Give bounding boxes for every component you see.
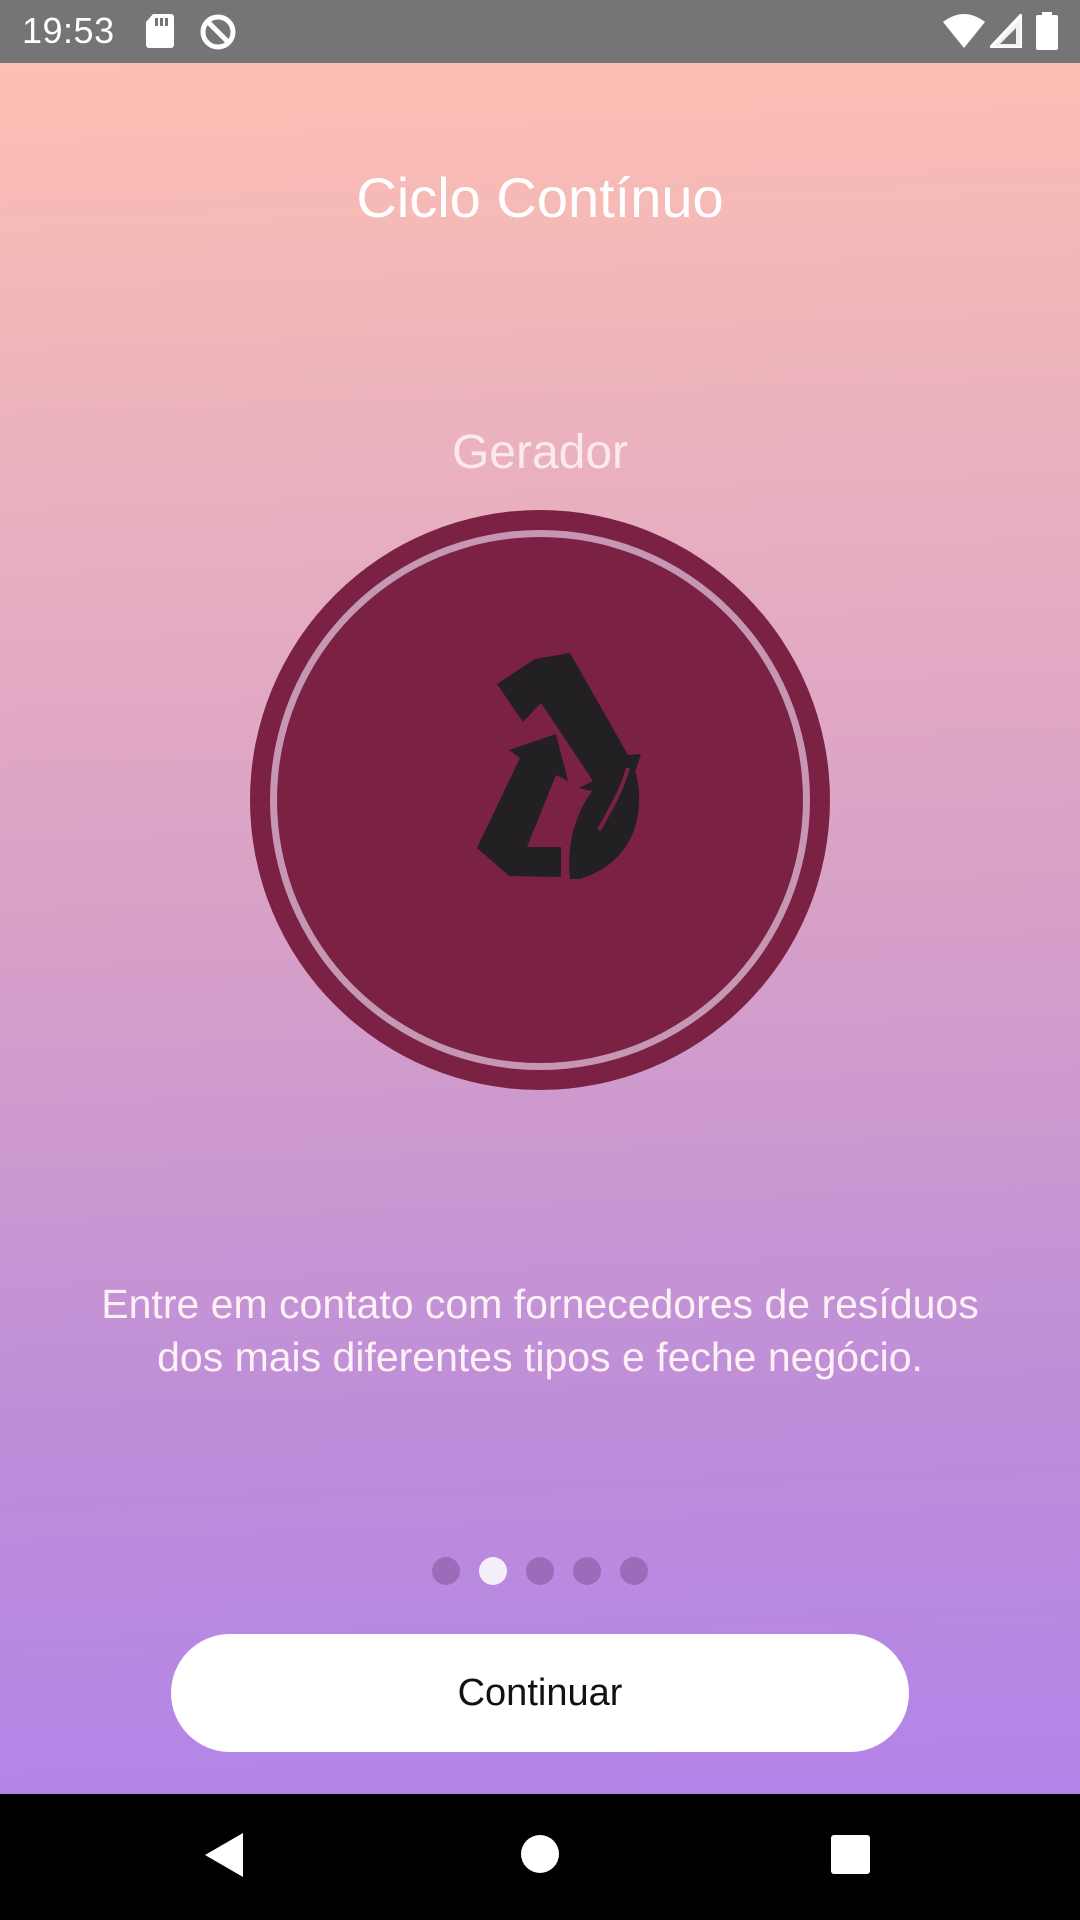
page-dot[interactable] (573, 1557, 601, 1585)
back-icon[interactable] (205, 1833, 245, 1882)
page-dot[interactable] (432, 1557, 460, 1585)
screen: 19:53 Ciclo Contínuo Gerador Entre em co… (0, 0, 1080, 1920)
home-icon[interactable] (520, 1834, 560, 1879)
status-bar: 19:53 (0, 0, 1080, 63)
recents-icon[interactable] (831, 1835, 870, 1879)
page-dot[interactable] (526, 1557, 554, 1585)
sd-card-icon (145, 14, 175, 53)
data-saver-icon (198, 12, 238, 57)
page-dot-active[interactable] (479, 1557, 507, 1585)
cell-signal-icon (986, 10, 1024, 53)
battery-icon (1036, 12, 1058, 55)
page-indicator (0, 1557, 1080, 1587)
continue-button[interactable]: Continuar (171, 1634, 909, 1752)
page-dot[interactable] (620, 1557, 648, 1585)
slide-illustration (250, 510, 830, 1090)
onboarding-screen: Ciclo Contínuo Gerador Entre em contato … (0, 63, 1080, 1794)
status-time: 19:53 (22, 10, 115, 51)
app-title: Ciclo Contínuo (356, 166, 724, 229)
navigation-bar (0, 1794, 1080, 1920)
slide-label: Gerador (451, 426, 629, 479)
slide-description: Entre em contato com fornecedores de res… (101, 1281, 979, 1380)
wifi-icon (943, 14, 985, 53)
